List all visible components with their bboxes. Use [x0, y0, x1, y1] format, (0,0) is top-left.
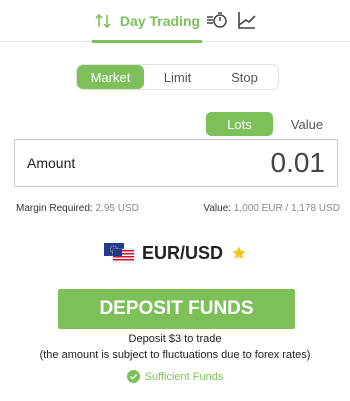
amount-field[interactable]: Amount 0.01: [14, 139, 338, 187]
instrument-header: EUR/USD: [104, 241, 247, 265]
deposit-note: Deposit $3 to trade: [128, 333, 222, 345]
amount-label: Amount: [27, 155, 76, 171]
order-type-stop[interactable]: Stop: [211, 65, 278, 89]
check-circle-icon: [126, 370, 140, 383]
value-toggle-button[interactable]: Value: [280, 112, 334, 136]
tab-chart[interactable]: [236, 9, 258, 31]
instrument-pair: EUR/USD: [142, 242, 224, 263]
funds-status-label: Sufficient Funds: [144, 370, 224, 383]
order-type-market[interactable]: Market: [77, 65, 144, 89]
favorite-star-icon[interactable]: [231, 245, 247, 261]
deposit-funds-button[interactable]: DEPOSIT FUNDS: [58, 289, 295, 329]
lots-toggle-button[interactable]: Lots: [206, 112, 273, 136]
tab-day-trading-label: Day Trading: [119, 13, 201, 29]
chart-trend-icon: [238, 12, 256, 29]
amount-value[interactable]: 0.01: [271, 147, 326, 179]
trade-value: Value: 1,000 EUR / 1,178 USD: [203, 203, 340, 214]
trade-value-amount: 1,000 EUR / 1,178 USD: [233, 203, 340, 214]
margin-required: Margin Required: 2.95 USD: [16, 203, 139, 214]
tab-timer[interactable]: [206, 9, 228, 31]
deposit-disclaimer: (the amount is subject to fluctuations d…: [39, 349, 311, 361]
top-tab-bar: Day Trading: [0, 0, 350, 43]
margin-required-value: 2.95 USD: [95, 203, 139, 214]
order-type-selector: Market Limit Stop: [76, 64, 279, 90]
tab-day-trading[interactable]: Day Trading: [92, 0, 202, 43]
order-type-limit[interactable]: Limit: [144, 65, 211, 89]
eur-usd-flag-icon: [104, 243, 134, 263]
margin-required-label: Margin Required:: [16, 203, 93, 214]
timer-icon: [207, 12, 227, 28]
trade-value-label: Value:: [203, 203, 232, 214]
funds-status: Sufficient Funds: [0, 370, 350, 383]
up-down-arrows-icon: [95, 13, 111, 29]
